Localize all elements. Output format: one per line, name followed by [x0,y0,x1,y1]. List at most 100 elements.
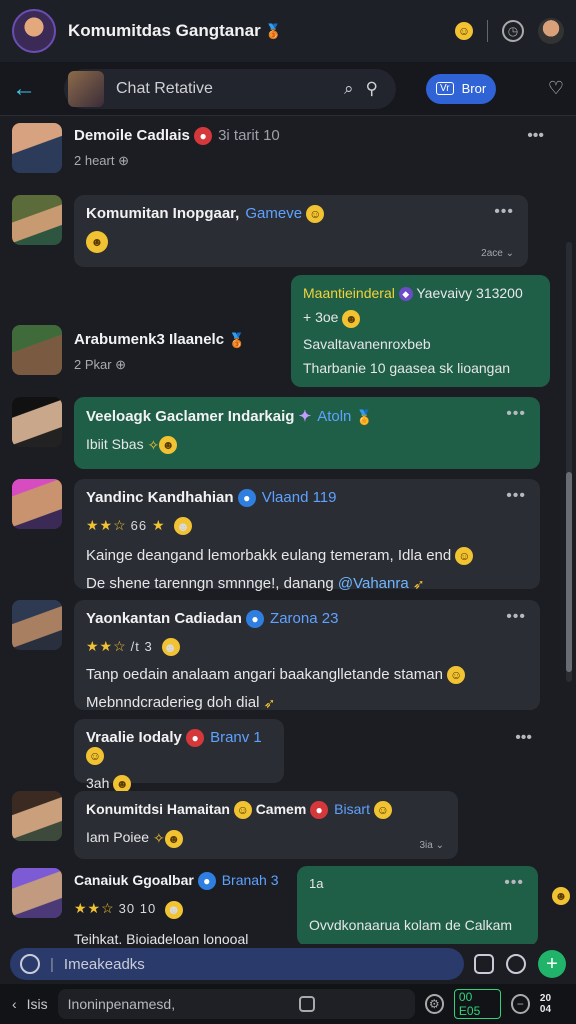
grin-emoji-icon: ☻ [86,231,108,254]
message-text: + 3oe [303,309,339,326]
star-rating: ★★☆ 66 ★ ☻ [86,517,193,536]
sender-name: Canaiuk Ggoalbar [74,872,194,888]
community-name: Komumitdas Gangtanar [68,21,261,40]
sender-name: Yaonkantan Cadiadan [86,610,242,627]
heart-icon[interactable]: ♡ [548,78,564,99]
badge-icon: ● [237,489,256,508]
sender-name: Yandinc Kandhahian [86,489,234,506]
chat-search-label: Chat Retative [116,79,213,97]
message-bubble[interactable]: Komumitan Inopgaar, Gameve ☺ ☻ ••• 2ace ⌄ [74,195,528,267]
sender-name: Komumitan Inopgaar, [86,205,240,222]
star-rating: ★★☆ 30 10 ☻ [74,900,184,919]
message-bubble[interactable]: Yandinc Kandhahian ● Vlaand 119 ★★☆ 66 ★ ☻… [74,479,540,592]
emoji-reaction-icon[interactable]: ☻ [552,887,570,905]
medal-icon: 🥉 [264,23,283,40]
avatar[interactable] [12,868,62,918]
smile-emoji-icon: ☺ [86,747,104,766]
cool-emoji-icon: ☺ [233,801,252,820]
message-tag: 3i tarit 10 [218,127,280,144]
more-options-icon[interactable]: ••• [515,729,532,747]
sparkle-icon: ✦ [298,408,312,425]
outgoing-message-bubble[interactable]: Maantieinderal ◆ Yaevaivy 313200 + 3oe ☻… [291,275,550,387]
chat-nav-bar: ← Chat Retative ⌕ ⚲ Vr Bror ♡ [0,62,576,116]
medal-icon: 🏅 [355,408,374,425]
more-options-icon[interactable]: ••• [494,203,514,221]
chat-area[interactable]: Demoile Cadlais ● 3i tarit 10 2 heart ⊕ •… [0,117,576,944]
emoji-picker-icon[interactable] [506,954,526,974]
minus-icon[interactable]: − [510,994,530,1014]
sender-name: Konumitdsi Hamaitan [86,801,230,817]
message-text: Mebnndcraderieg doh dial [86,694,260,712]
message-tag: Camem [255,801,307,817]
avatar[interactable] [12,791,62,841]
rocket-icon: ➶ [263,694,276,711]
smiley-icon[interactable]: ☺ [455,22,473,40]
medal-icon: 🥉 [228,331,246,348]
bottom-left-label[interactable]: Isis [27,996,48,1012]
settings-icon[interactable]: ⚙ [424,994,444,1014]
bot-icon: Vr [436,82,454,95]
avatar[interactable] [12,479,62,529]
smile-emoji-icon: ☺ [455,547,474,566]
chat-search-bar[interactable]: Chat Retative ⌕ ⚲ [64,68,396,109]
message-bubble[interactable]: Yaonkantan Cadiadan ● Zarona 23 ★★☆/t 3 ☻… [74,600,540,712]
sender-name: Arabumenk3 Ilaanelc [74,331,225,348]
avatar[interactable] [12,195,62,245]
message-subtitle: 2 Pkar ⊕ [74,357,127,373]
scrollbar-thumb[interactable] [566,472,572,672]
grin-emoji-icon: ☻ [164,829,183,848]
back-arrow-icon[interactable]: ← [12,75,42,103]
message-tag: Branah 3 [221,872,279,888]
attach-icon[interactable] [20,954,40,974]
message-text: Savaltavanenroxbeb [303,335,431,352]
bot-button[interactable]: Vr Bror [426,73,497,104]
clock-icon[interactable]: ◷ [502,20,524,42]
scrollbar[interactable] [566,242,572,682]
sender-name: Veeloagk Gaclamer Indarkaig [86,408,295,425]
message-bubble[interactable]: Vraalie Iodaly ● Branv 1☺ 3ah ☻ [74,719,284,794]
avatar[interactable] [12,397,62,447]
message-tag: Yaevaivy 313200 [416,285,523,301]
divider [487,20,488,42]
message-bubble[interactable]: Konumitdsi Hamaitan ☺ Camem ● Bisart ☺ Ia… [74,791,458,859]
bottom-right-label: 20 04 [539,993,552,1015]
more-options-icon[interactable]: ••• [527,127,544,145]
message-text: Teihkat. Bioiadeloan lonooal [74,930,249,944]
message-input-placeholder: Imeakeadks [63,955,145,973]
wink-emoji-icon: ☻ [342,309,361,328]
search-icon[interactable]: ⌕ [344,79,354,99]
smile-emoji-icon: ☺ [447,666,466,685]
add-button[interactable]: + [538,950,566,978]
sticker-icon[interactable] [474,954,494,974]
smile-emoji-icon: ☺ [306,205,325,224]
chevron-left-icon[interactable]: ‹ [12,996,17,1012]
message-composer: | Imeakeadks + [0,944,576,984]
profile-avatar[interactable] [538,18,564,44]
mention-link[interactable]: @Vahanra [338,575,409,592]
message-text: Tharbanie 10 gaasea sk lioangan [303,359,511,376]
message-text: Kainge deangand lemorbakk eulang temeram… [86,547,452,565]
more-options-icon[interactable]: ••• [504,874,524,892]
avatar[interactable] [12,325,62,375]
badge-icon: ● [197,872,216,891]
message-tag: Zarona 23 [270,610,339,627]
bottom-text-field[interactable]: Inoninpenamesd, [57,989,415,1019]
clipboard-icon[interactable] [298,996,315,1012]
reply-message-bubble[interactable]: 1a Ovvdkonaarua kolam de Calkam ••• [297,866,538,944]
more-options-icon[interactable]: ••• [506,405,526,423]
list-item: Vraalie Iodaly ● Branv 1☺ 3ah ☻ ••• [74,719,538,794]
angry-emoji-icon: ● [194,127,213,146]
chat-thumbnail [68,70,104,107]
avatar[interactable] [12,123,62,173]
heart-eyes-emoji-icon: ● [310,801,329,820]
more-options-icon[interactable]: ••• [506,487,526,505]
laugh-emoji-icon: ☻ [161,638,180,657]
message-time: 2ace ⌄ [481,248,514,259]
message-text: Tanp oedain analaam angari baakanglletan… [86,666,443,684]
filter-icon[interactable]: ⚲ [366,79,378,99]
message-input[interactable]: | Imeakeadks [10,948,464,980]
avatar[interactable] [12,600,62,650]
community-avatar[interactable] [12,9,56,53]
more-options-icon[interactable]: ••• [506,608,526,626]
message-bubble[interactable]: Veeloagk Gaclamer Indarkaig ✦ Atoln 🏅 Ibi… [74,397,540,469]
